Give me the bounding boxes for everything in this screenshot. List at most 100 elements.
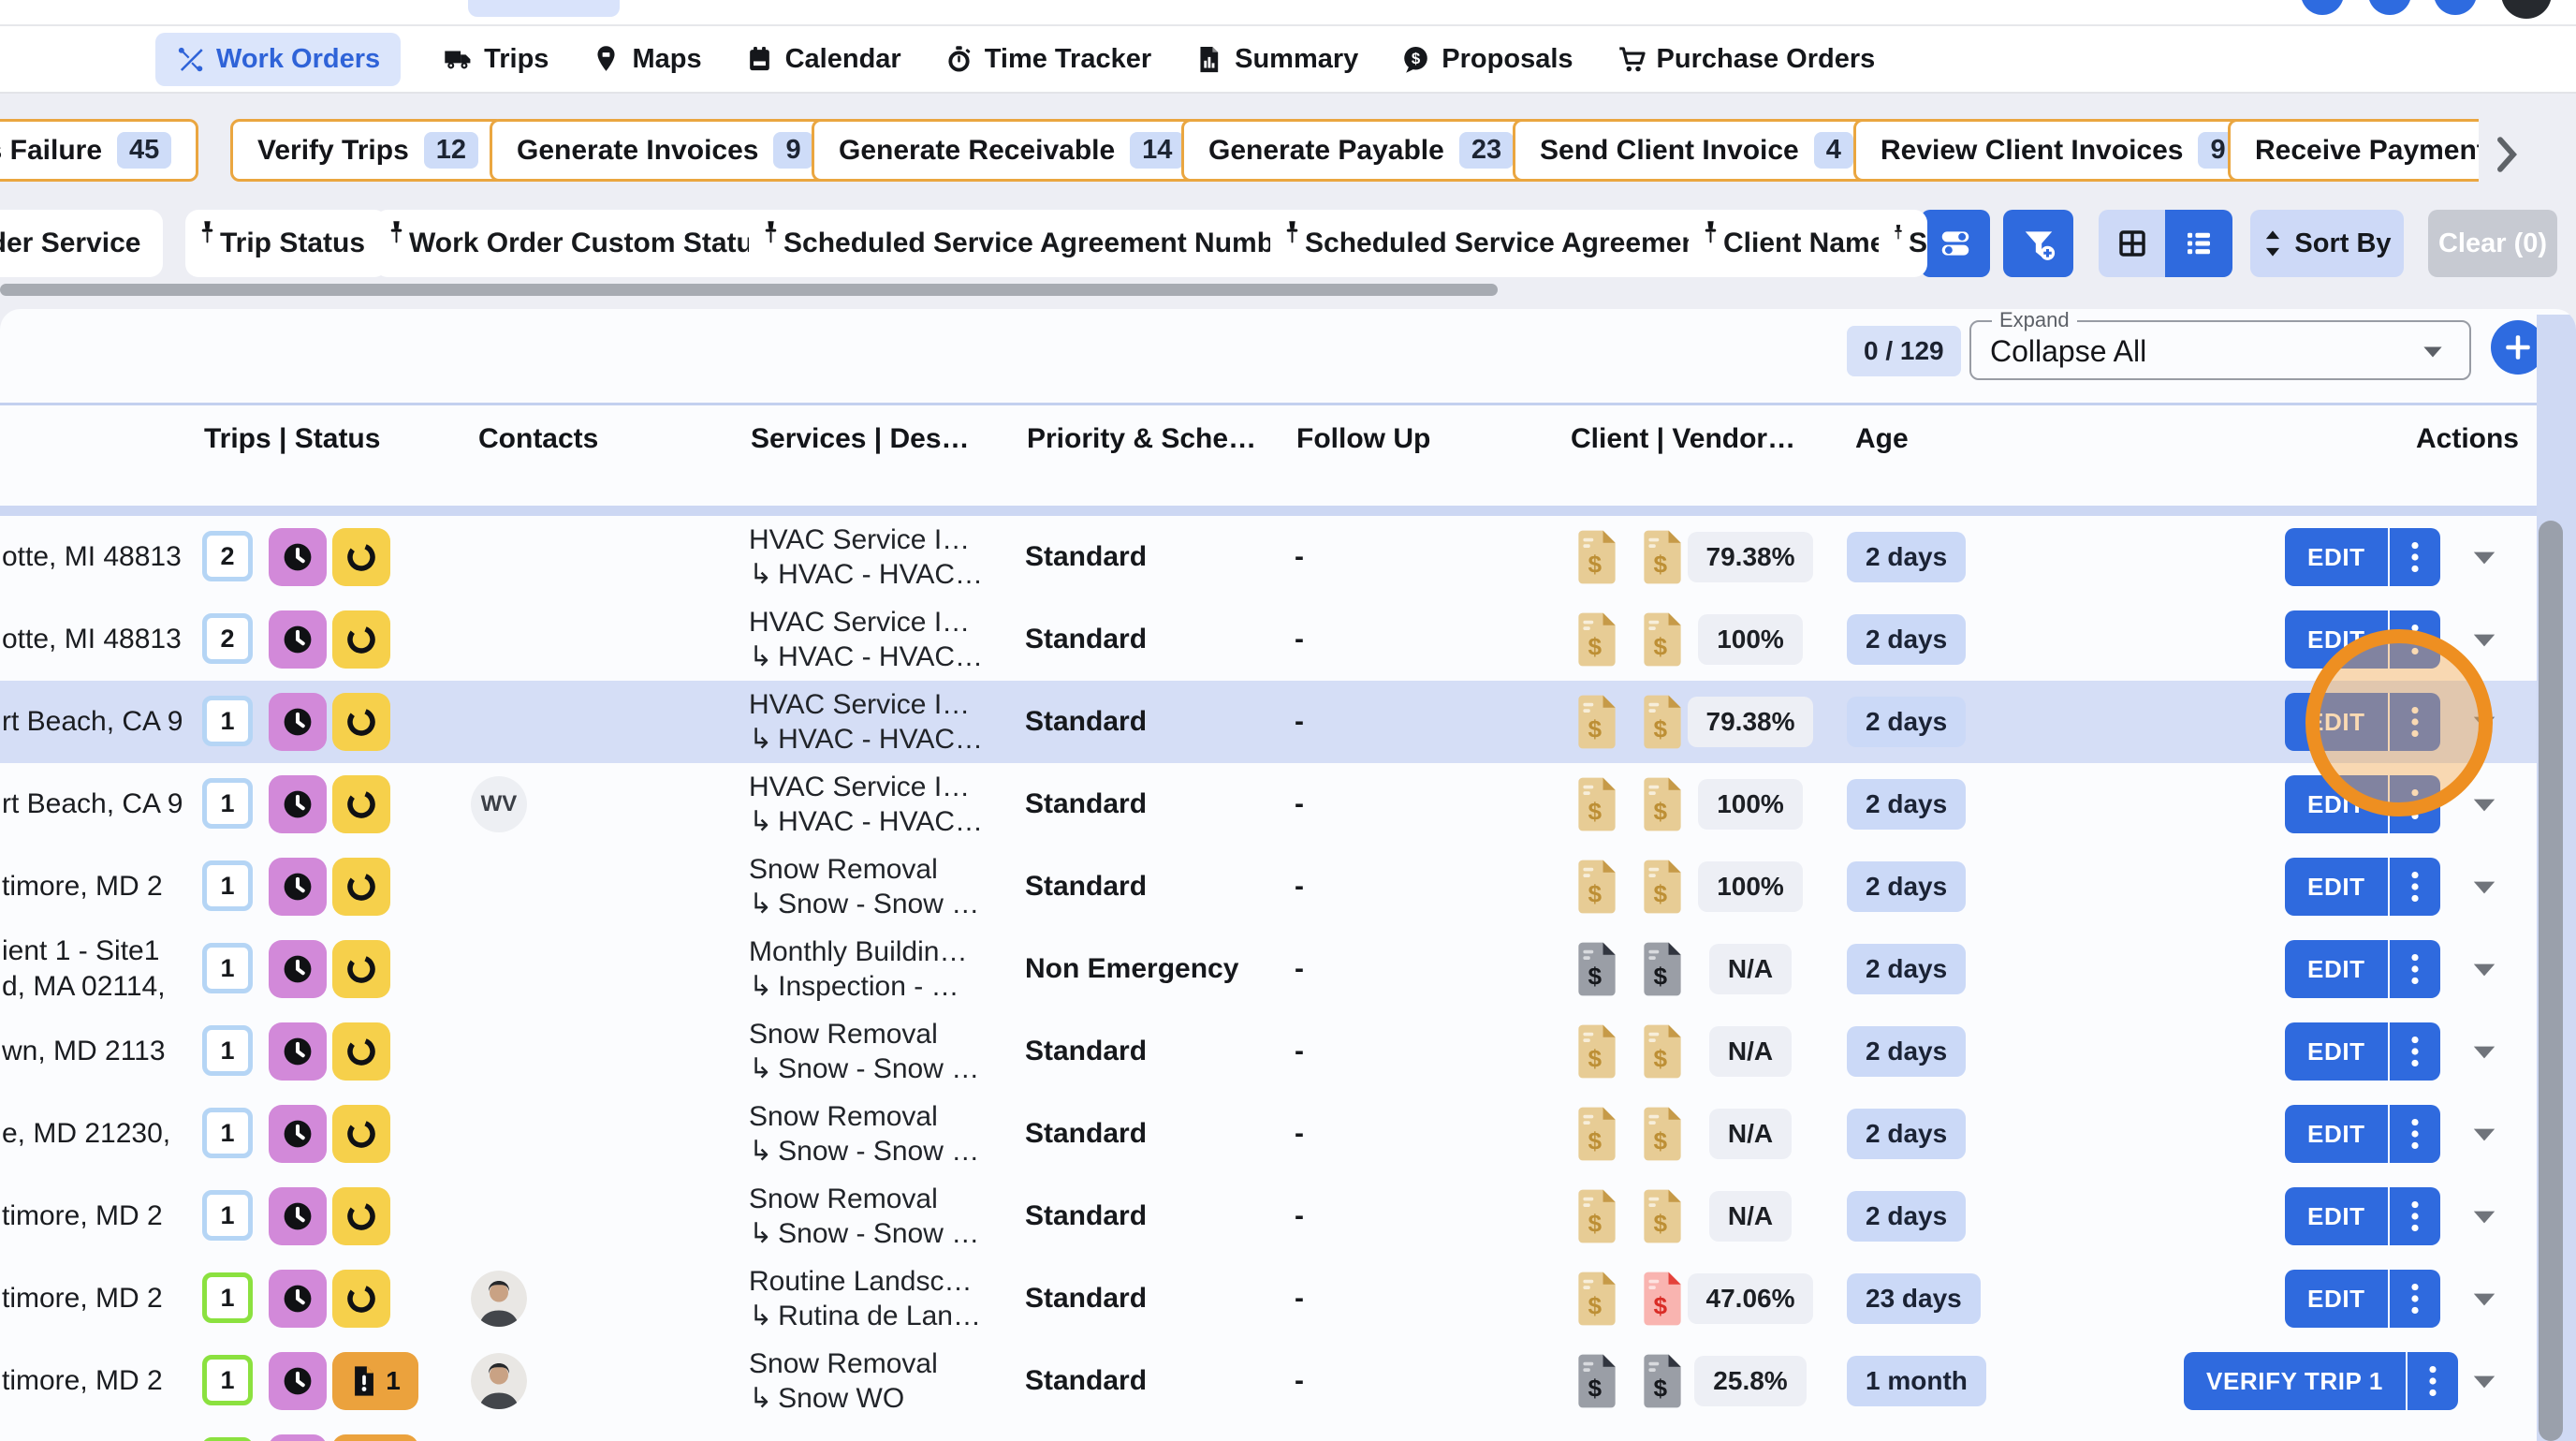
- row-menu-button[interactable]: [2388, 1270, 2440, 1328]
- row-expand-caret[interactable]: [2472, 1292, 2496, 1312]
- trip-progress-chip[interactable]: [332, 1022, 390, 1081]
- row-expand-caret[interactable]: [2472, 1210, 2496, 1229]
- client-invoice-icon[interactable]: $: [1574, 1105, 1619, 1168]
- row-menu-button[interactable]: [2388, 528, 2440, 586]
- row-menu-button[interactable]: [2388, 610, 2440, 669]
- bulk-action-pill[interactable]: Generate Receivable14: [812, 119, 1211, 182]
- bulk-action-pill[interactable]: Review Client Invoices9: [1853, 119, 2265, 182]
- pills-scroll-right-button[interactable]: [2486, 134, 2527, 175]
- work-order-row[interactable]: timore, MD 211Snow Removal↳Snow WOStanda…: [0, 1340, 2537, 1422]
- filter-chip[interactable]: Client Name: [1689, 210, 1908, 277]
- trip-progress-chip[interactable]: [332, 1105, 390, 1163]
- grid-view-button[interactable]: [2099, 210, 2165, 277]
- edit-button[interactable]: EDIT: [2285, 775, 2388, 833]
- trip-alert-chip[interactable]: [332, 1434, 418, 1441]
- filter-chip[interactable]: rder Service: [0, 210, 163, 277]
- work-order-row[interactable]: otte, MI 488132HVAC Service I…↳HVAC - HV…: [0, 598, 2537, 681]
- client-invoice-icon[interactable]: $: [1574, 1352, 1619, 1415]
- row-menu-button[interactable]: [2388, 1105, 2440, 1163]
- row-menu-button[interactable]: [2388, 775, 2440, 833]
- row-action-button[interactable]: EDIT: [2285, 693, 2440, 751]
- trip-scheduled-chip[interactable]: [269, 610, 327, 669]
- row-menu-button[interactable]: [2406, 1352, 2458, 1410]
- trips-count[interactable]: 2: [202, 613, 253, 664]
- row-expand-caret[interactable]: [2472, 1127, 2496, 1147]
- edit-button[interactable]: EDIT: [2285, 1105, 2388, 1163]
- row-action-button[interactable]: EDIT: [2285, 610, 2440, 669]
- filter-chip[interactable]: Work Order Custom Status: [374, 210, 792, 277]
- trip-progress-chip[interactable]: [332, 858, 390, 916]
- tab-proposals[interactable]: $ Proposals: [1401, 44, 1573, 75]
- tab-work-orders[interactable]: Work Orders: [155, 33, 401, 86]
- bulk-action-pill[interactable]: Generate Payable23: [1181, 119, 1541, 182]
- expand-dropdown[interactable]: Expand Collapse All: [1969, 320, 2471, 380]
- row-action-button[interactable]: EDIT: [2285, 1187, 2440, 1245]
- client-invoice-icon[interactable]: $: [1574, 1187, 1619, 1250]
- trips-count[interactable]: 1: [202, 696, 253, 746]
- tab-calendar[interactable]: Calendar: [745, 44, 901, 75]
- trip-progress-chip[interactable]: [332, 610, 390, 669]
- row-menu-button[interactable]: [2388, 1187, 2440, 1245]
- trip-progress-chip[interactable]: [332, 528, 390, 586]
- trip-scheduled-chip[interactable]: [269, 1270, 327, 1328]
- trip-scheduled-chip[interactable]: [269, 1022, 327, 1081]
- contact-avatar[interactable]: [471, 1353, 527, 1409]
- tab-time-tracker[interactable]: Time Tracker: [944, 44, 1151, 75]
- row-action-button[interactable]: EDIT: [2285, 775, 2440, 833]
- work-order-row[interactable]: ient 1 - Site1d, MA 02114,1Monthly Build…: [0, 928, 2537, 1010]
- trips-count[interactable]: 1: [202, 1355, 253, 1405]
- clear-filters-button[interactable]: Clear (0): [2428, 210, 2557, 277]
- trip-scheduled-chip[interactable]: [269, 693, 327, 751]
- row-action-button[interactable]: EDIT: [2285, 1022, 2440, 1081]
- trip-progress-chip[interactable]: [332, 940, 390, 998]
- row-menu-button[interactable]: [2388, 693, 2440, 751]
- row-menu-button[interactable]: [2388, 1022, 2440, 1081]
- client-invoice-icon[interactable]: $: [1574, 693, 1619, 756]
- work-order-row[interactable]: rt Beach, CA 91HVAC Service I…↳HVAC - HV…: [0, 681, 2537, 763]
- client-invoice-icon[interactable]: $: [1574, 940, 1619, 1003]
- row-action-button[interactable]: EDIT: [2285, 940, 2440, 998]
- trips-count[interactable]: 1: [202, 860, 253, 911]
- row-expand-caret[interactable]: [2472, 880, 2496, 900]
- edit-button[interactable]: EDIT: [2285, 940, 2388, 998]
- horizontal-scrollbar[interactable]: [0, 284, 1498, 296]
- tab-trips[interactable]: Trips: [444, 44, 549, 75]
- work-order-row[interactable]: wn, MD 21131Snow Removal↳Snow - Snow …St…: [0, 1010, 2537, 1093]
- trips-count[interactable]: 1: [202, 1108, 253, 1158]
- trips-count[interactable]: 1: [202, 778, 253, 829]
- work-order-row[interactable]: timore, MD 21Snow Removal↳Snow - Snow …S…: [0, 845, 2537, 928]
- row-action-button[interactable]: EDIT: [2285, 1270, 2440, 1328]
- trips-count[interactable]: 1: [202, 1437, 253, 1441]
- trips-count[interactable]: 1: [202, 943, 253, 993]
- contact-avatar[interactable]: WV: [471, 776, 527, 832]
- view-toggle-button[interactable]: [1921, 210, 1990, 277]
- trip-progress-chip[interactable]: [332, 775, 390, 833]
- tab-maps[interactable]: Maps: [592, 44, 701, 75]
- client-invoice-icon[interactable]: $: [1574, 528, 1619, 591]
- work-order-row[interactable]: timore, MD 21Routine Landsc…↳Rutina de L…: [0, 1257, 2537, 1340]
- edit-button[interactable]: EDIT: [2285, 858, 2388, 916]
- bulk-action-pill[interactable]: Verify Trips12: [230, 119, 505, 182]
- filter-chip[interactable]: Scheduled Service Agreement Number: [749, 210, 1323, 277]
- trip-scheduled-chip[interactable]: [269, 1434, 327, 1441]
- trips-count[interactable]: 1: [202, 1025, 253, 1076]
- trip-progress-chip[interactable]: [332, 1187, 390, 1245]
- edit-button[interactable]: EDIT: [2285, 693, 2388, 751]
- client-invoice-icon[interactable]: $: [1574, 610, 1619, 673]
- work-order-row[interactable]: rt Beach, CA 91WVHVAC Service I…↳HVAC - …: [0, 763, 2537, 845]
- row-action-button[interactable]: EDIT: [2285, 858, 2440, 916]
- topbar-circle-button-3[interactable]: [2434, 0, 2477, 15]
- work-order-row[interactable]: 1Snow Removal: [0, 1422, 2537, 1441]
- trip-alert-chip[interactable]: 1: [332, 1352, 418, 1410]
- row-action-button[interactable]: EDIT: [2285, 528, 2440, 586]
- row-expand-caret[interactable]: [2472, 551, 2496, 570]
- row-action-button[interactable]: VERIFY TRIP 1: [2184, 1352, 2458, 1410]
- trip-scheduled-chip[interactable]: [269, 528, 327, 586]
- edit-button[interactable]: EDIT: [2285, 610, 2388, 669]
- trips-count[interactable]: 1: [202, 1272, 253, 1323]
- row-expand-caret[interactable]: [2472, 715, 2496, 735]
- row-expand-caret[interactable]: [2472, 963, 2496, 982]
- tab-purchase-orders[interactable]: Purchase Orders: [1617, 44, 1876, 75]
- filter-chip[interactable]: Scheduled Service Agreement: [1270, 210, 1731, 277]
- list-view-button[interactable]: [2165, 210, 2232, 277]
